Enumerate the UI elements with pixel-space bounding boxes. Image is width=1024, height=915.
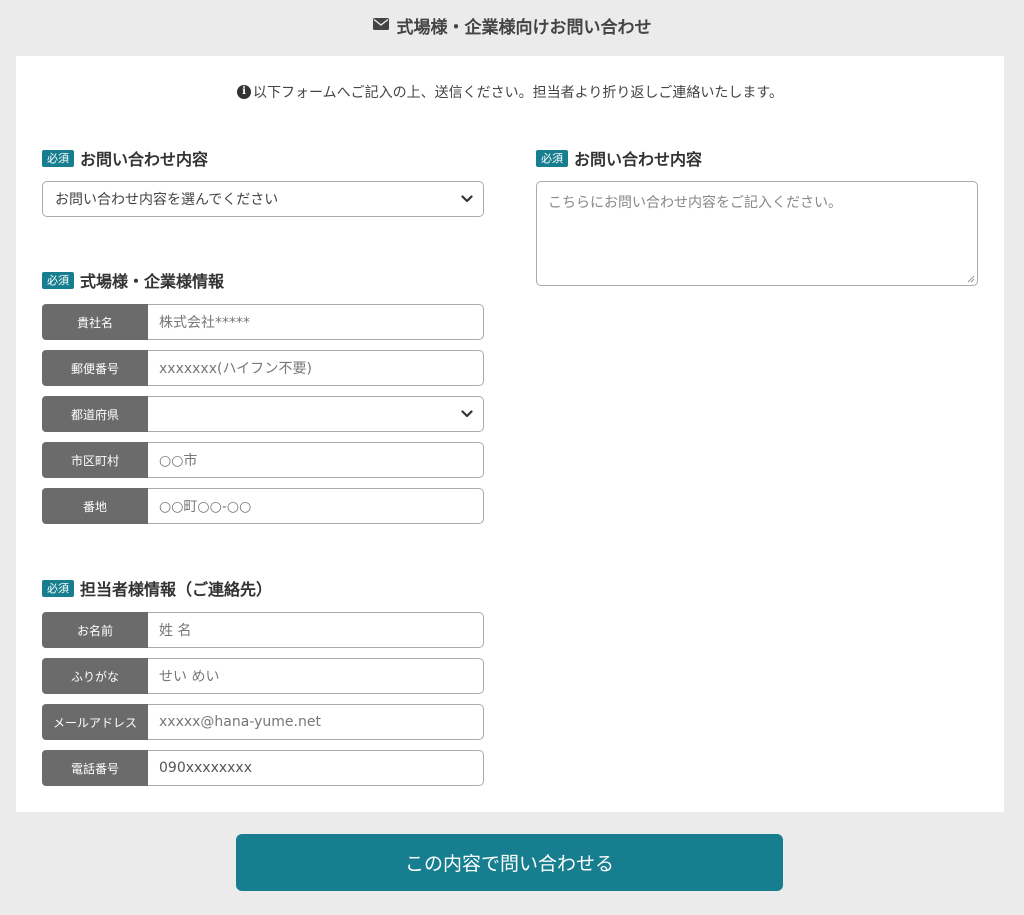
field-label: ふりがな — [42, 658, 148, 694]
field-label: お名前 — [42, 612, 148, 648]
furigana-input[interactable]: せい めい — [148, 658, 484, 694]
phone-input[interactable]: 090xxxxxxxx — [148, 750, 484, 786]
required-badge: 必須 — [42, 271, 74, 289]
postal-code-placeholder: xxxxxxx(ハイフン不要) — [159, 361, 312, 377]
inquiry-type-select-value: お問い合わせ内容を選んでください — [55, 192, 279, 208]
required-badge: 必須 — [42, 579, 74, 597]
chevron-down-icon — [461, 195, 473, 203]
furigana-row: ふりがな せい めい — [42, 658, 484, 694]
company-info-heading: 必須 式場様・企業様情報 — [42, 268, 224, 292]
email-field[interactable]: xxxxx@hana-yume.net — [148, 704, 484, 740]
postal-code-input[interactable]: xxxxxxx(ハイフン不要) — [148, 350, 484, 386]
inquiry-type-title: お問い合わせ内容 — [80, 150, 209, 169]
contact-info-title: 担当者様情報（ご連絡先） — [80, 580, 273, 599]
name-placeholder: 姓 名 — [159, 623, 192, 639]
city-input[interactable]: ○○市 — [148, 442, 484, 478]
company-name-input[interactable]: 株式会社***** — [148, 304, 484, 340]
form-panel: i 以下フォームへご記入の上、送信ください。担当者より折り返しご連絡いたします。… — [16, 56, 1004, 812]
field-label: 貴社名 — [42, 304, 148, 340]
page-title: 式場様・企業様向けお問い合わせ — [0, 0, 1024, 50]
inquiry-content-placeholder: こちらにお問い合わせ内容をご記入ください。 — [548, 195, 842, 211]
company-name-placeholder: 株式会社***** — [159, 315, 250, 331]
inquiry-content-textarea[interactable]: こちらにお問い合わせ内容をご記入ください。 — [536, 181, 978, 286]
notice-text: 以下フォームへご記入の上、送信ください。担当者より折り返しご連絡いたします。 — [253, 85, 783, 101]
resize-handle-icon[interactable] — [967, 275, 975, 283]
address-row: 番地 ○○町○○-○○ — [42, 488, 484, 524]
page-title-text: 式場様・企業様向けお問い合わせ — [396, 17, 652, 38]
field-label: 電話番号 — [42, 750, 148, 786]
postal-code-row: 郵便番号 xxxxxxx(ハイフン不要) — [42, 350, 484, 386]
required-badge: 必須 — [42, 149, 74, 167]
prefecture-row: 都道府県 — [42, 396, 484, 432]
inquiry-type-heading: 必須 お問い合わせ内容 — [42, 146, 208, 170]
required-badge: 必須 — [536, 149, 568, 167]
field-label: 市区町村 — [42, 442, 148, 478]
phone-placeholder: 090xxxxxxxx — [159, 760, 253, 776]
submit-button-label: この内容で問い合わせる — [404, 853, 614, 875]
info-icon: i — [237, 85, 252, 99]
inquiry-type-select[interactable]: お問い合わせ内容を選んでください — [42, 181, 484, 217]
company-name-row: 貴社名 株式会社***** — [42, 304, 484, 340]
mail-icon — [372, 18, 389, 30]
address-input[interactable]: ○○町○○-○○ — [148, 488, 484, 524]
email-placeholder: xxxxx@hana-yume.net — [159, 714, 321, 730]
company-info-title: 式場様・企業様情報 — [80, 272, 225, 291]
city-row: 市区町村 ○○市 — [42, 442, 484, 478]
furigana-placeholder: せい めい — [159, 669, 220, 685]
city-placeholder: ○○市 — [159, 453, 198, 469]
field-label: 郵便番号 — [42, 350, 148, 386]
email-row: メールアドレス xxxxx@hana-yume.net — [42, 704, 484, 740]
field-label: 番地 — [42, 488, 148, 524]
field-label: 都道府県 — [42, 396, 148, 432]
inquiry-content-title: お問い合わせ内容 — [574, 150, 703, 169]
name-row: お名前 姓 名 — [42, 612, 484, 648]
field-label: メールアドレス — [42, 704, 148, 740]
contact-info-heading: 必須 担当者様情報（ご連絡先） — [42, 576, 272, 600]
phone-row: 電話番号 090xxxxxxxx — [42, 750, 484, 786]
chevron-down-icon — [461, 410, 473, 418]
address-placeholder: ○○町○○-○○ — [159, 499, 252, 515]
name-input[interactable]: 姓 名 — [148, 612, 484, 648]
prefecture-select[interactable] — [148, 396, 484, 432]
inquiry-content-heading: 必須 お問い合わせ内容 — [536, 146, 702, 170]
form-notice: i 以下フォームへご記入の上、送信ください。担当者より折り返しご連絡いたします。 — [16, 82, 1004, 102]
submit-button[interactable]: この内容で問い合わせる — [236, 834, 783, 891]
